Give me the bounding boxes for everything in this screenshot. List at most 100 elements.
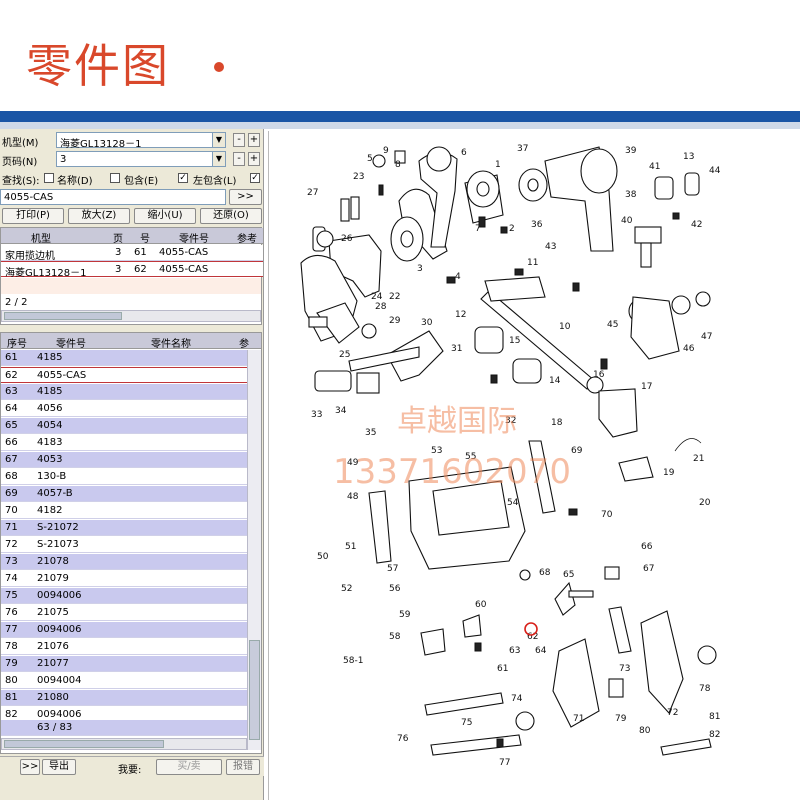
name-checkbox[interactable]: [44, 173, 54, 183]
table-row[interactable]: 67 4053: [1, 452, 261, 468]
restore-button[interactable]: 还原(O): [200, 208, 262, 224]
cell-seq: 76: [5, 607, 18, 618]
callout-14: 14: [549, 376, 561, 386]
table-row-selected[interactable]: 海菱GL13128－1 3 62 4055-CAS: [1, 261, 263, 279]
parts-diagram[interactable]: 1 2 3 4 5 6 7 8 9 10 11 12 13 14 15 16 17 18 19 20 21 22 23 24 2…: [268, 131, 800, 800]
cell-seq: 82: [5, 709, 18, 720]
contains-checkbox[interactable]: [110, 173, 120, 183]
cell-model: 家用揽边机: [5, 251, 55, 262]
zoom-out-button[interactable]: 缩小(U): [134, 208, 196, 224]
part-48: [368, 490, 392, 564]
part-3-hole: [400, 230, 414, 248]
table-row[interactable]: 77 0094006: [1, 622, 261, 638]
callout-81: 81: [709, 712, 720, 722]
table-row-selected[interactable]: 62 4055-CAS: [1, 367, 261, 383]
callout-69: 69: [571, 446, 583, 456]
table-row[interactable]: 68 130-B: [1, 469, 261, 485]
print-button[interactable]: 打印(P): [2, 208, 64, 224]
screw: [514, 268, 524, 276]
search-go-button[interactable]: >>: [229, 189, 262, 205]
table-row[interactable]: 81 21080: [1, 690, 261, 706]
model-value: 海菱GL13128－1: [60, 139, 142, 150]
col-header: 零件名称: [151, 339, 191, 350]
table-row[interactable]: 80 0094004: [1, 673, 261, 689]
page-select[interactable]: 3 ▼: [56, 151, 226, 167]
screw: [500, 226, 508, 234]
table-row[interactable]: 75 0094006: [1, 588, 261, 604]
page-minus-button[interactable]: -: [233, 152, 245, 166]
search-label: 查找(S):: [2, 176, 40, 187]
callout-28: 28: [375, 302, 387, 312]
part-8: [372, 154, 386, 168]
part-23a: [340, 198, 350, 222]
chevron-down-icon[interactable]: ▼: [212, 152, 225, 166]
report-button[interactable]: 报错: [226, 759, 260, 775]
chevron-down-icon[interactable]: ▼: [212, 133, 225, 147]
export-button[interactable]: 导出: [42, 759, 76, 775]
left-panel: 机型(M) 海菱GL13128－1 ▼ - + 页码(N) 3 ▼ - + 查找…: [0, 129, 264, 800]
part-33: [314, 370, 352, 392]
callout-41: 41: [649, 162, 660, 172]
model-minus-button[interactable]: -: [233, 133, 245, 147]
table-row[interactable]: 家用揽边机 3 61 4055-CAS: [1, 245, 263, 262]
callout-18: 18: [551, 418, 563, 428]
part-23b: [350, 196, 360, 220]
table-row[interactable]: 79 21077: [1, 656, 261, 672]
cell-seq: 74: [5, 573, 18, 584]
table-row[interactable]: 76 21075: [1, 605, 261, 621]
cell-seq: 68: [5, 471, 18, 482]
buy-sell-button[interactable]: 买/卖: [156, 759, 222, 775]
scrollbar-thumb[interactable]: [249, 640, 260, 740]
scrollbar-thumb[interactable]: [4, 312, 122, 320]
callout-20: 20: [699, 498, 711, 508]
callout-42: 42: [691, 220, 702, 230]
table-row[interactable]: 78 21076: [1, 639, 261, 655]
zoom-in-button[interactable]: 放大(Z): [68, 208, 130, 224]
cell-seq: 71: [5, 522, 18, 533]
callout-46: 46: [683, 344, 695, 354]
table-row[interactable]: 72 S-21073: [1, 537, 261, 553]
parts-h-scrollbar[interactable]: [1, 738, 247, 750]
next-button[interactable]: >>: [20, 759, 40, 775]
table-row[interactable]: 61 4185: [1, 350, 261, 366]
screw: [474, 642, 482, 652]
want-label: 我要:: [118, 765, 142, 776]
cell-seq: 65: [5, 420, 18, 431]
table-row[interactable]: 71 S-21072: [1, 520, 261, 536]
callout-71: 71: [573, 714, 584, 724]
page-plus-button[interactable]: +: [248, 152, 260, 166]
result-h-scrollbar[interactable]: [1, 310, 261, 322]
callout-5: 5: [367, 154, 373, 164]
search-input[interactable]: 4055-CAS: [0, 189, 226, 205]
table-row[interactable]: 64 4056: [1, 401, 261, 417]
table-row[interactable]: 66 4183: [1, 435, 261, 451]
cell-part-no: 4053: [37, 454, 63, 465]
left-contains-checkbox[interactable]: ✓: [178, 173, 188, 183]
table-row[interactable]: 69 4057-B: [1, 486, 261, 502]
extra-checkbox[interactable]: ✓: [250, 173, 260, 183]
table-row[interactable]: 63 4185: [1, 384, 261, 400]
parts-v-scrollbar[interactable]: [247, 350, 261, 750]
cell-part-no: 4185: [37, 386, 63, 397]
part-12: [474, 326, 504, 354]
part-62: [554, 581, 576, 616]
callout-33: 33: [311, 410, 322, 420]
table-row[interactable]: 73 21078: [1, 554, 261, 570]
callout-61: 61: [497, 664, 508, 674]
table-row[interactable]: 74 21079: [1, 571, 261, 587]
model-plus-button[interactable]: +: [248, 133, 260, 147]
scrollbar-thumb[interactable]: [4, 740, 164, 748]
search-value: 4055-CAS: [4, 192, 54, 203]
part-11: [484, 276, 546, 302]
callout-19: 19: [663, 468, 675, 478]
parts-count-row: 63 / 83: [1, 720, 261, 736]
cell-part-no: 21075: [37, 607, 69, 618]
callout-23: 23: [353, 172, 364, 182]
part-25-screw: [308, 316, 328, 328]
table-row[interactable]: 65 4054: [1, 418, 261, 434]
callout-58: 58: [389, 632, 401, 642]
cell-seq: 61: [5, 352, 18, 363]
table-row[interactable]: 70 4182: [1, 503, 261, 519]
model-select[interactable]: 海菱GL13128－1 ▼: [56, 132, 226, 150]
screw: [446, 276, 456, 284]
